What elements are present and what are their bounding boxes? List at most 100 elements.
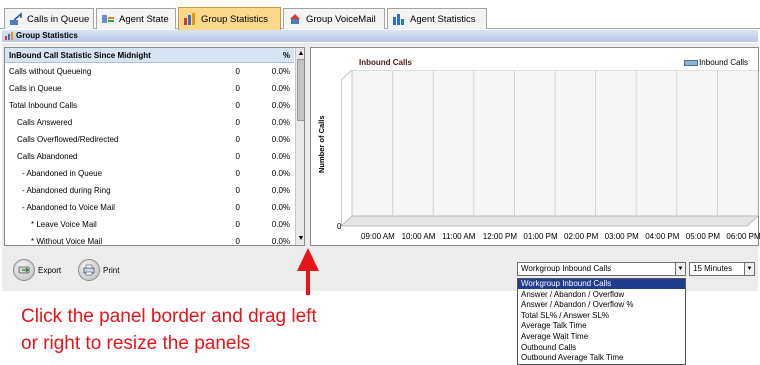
row-percent: 0.0% xyxy=(271,169,290,178)
group-voicemail-icon xyxy=(288,12,302,26)
tab-calls-in-queue[interactable]: Calls in Queue xyxy=(4,8,94,29)
scroll-up-icon[interactable]: ▲ xyxy=(297,49,304,58)
row-percent: 0.0% xyxy=(271,101,290,110)
x-tick-label: 10:00 AM xyxy=(401,232,436,241)
x-tick-label: 03:00 PM xyxy=(604,232,639,241)
tab-label: Agent State xyxy=(119,13,169,25)
chart-type-value: Workgroup Inbound Calls xyxy=(521,264,612,273)
chart-legend: Inbound Calls xyxy=(684,58,748,67)
header-percent[interactable]: % xyxy=(283,48,290,63)
row-label: * Without Voice Mail xyxy=(31,237,103,246)
row-count: 0 xyxy=(235,169,240,178)
statistics-grid: InBound Call Statistic Since Midnight % … xyxy=(4,47,305,246)
group-statistics-icon xyxy=(5,32,13,40)
plot-floor xyxy=(341,215,760,227)
row-count: 0 xyxy=(235,237,240,246)
tab-group-statistics[interactable]: Group Statistics xyxy=(178,7,281,30)
plot-depth-edge xyxy=(341,70,353,81)
row-percent: 0.0% xyxy=(271,67,290,76)
print-button[interactable]: Print xyxy=(78,259,119,281)
row-label: Calls without Queueing xyxy=(9,67,92,76)
panel-title: Group Statistics xyxy=(16,31,78,40)
row-percent: 0.0% xyxy=(271,220,290,229)
row-label: * Leave Voice Mail xyxy=(31,220,97,229)
row-count: 0 xyxy=(235,152,240,161)
table-row[interactable]: * Leave Voice Mail 0 0.0% xyxy=(5,217,294,233)
dropdown-option[interactable]: Average Wait Time xyxy=(518,332,685,342)
row-label: Calls Abandoned xyxy=(17,152,78,161)
dropdown-option[interactable]: Outbound Calls xyxy=(518,343,685,353)
vertical-scrollbar[interactable]: ▲ ▼ xyxy=(295,48,304,245)
tab-bar: Calls in Queue Agent State Group Statist… xyxy=(0,0,760,30)
agent-state-icon xyxy=(101,12,115,26)
chart-plot-area xyxy=(341,70,760,227)
export-label: Export xyxy=(38,265,62,275)
table-row[interactable]: - Abandoned in Queue 0 0.0% xyxy=(5,166,294,182)
tab-group-voicemail[interactable]: Group VoiceMail xyxy=(283,8,385,29)
x-tick-label: 09:00 AM xyxy=(361,232,395,241)
row-count: 0 xyxy=(235,186,240,195)
table-row[interactable]: Calls Answered 0 0.0% xyxy=(5,115,294,131)
table-row[interactable]: Calls Overflowed/Redirected 0 0.0% xyxy=(5,132,294,148)
row-label: - Abandoned during Ring xyxy=(22,186,111,195)
table-row[interactable]: Calls Abandoned 0 0.0% xyxy=(5,149,294,165)
print-icon xyxy=(78,259,100,281)
agent-statistics-icon xyxy=(392,12,406,26)
panel-title-bar: Group Statistics xyxy=(2,30,758,42)
legend-swatch xyxy=(684,59,699,66)
row-label: Calls in Queue xyxy=(9,84,62,93)
row-label: - Abandoned in Queue xyxy=(22,169,103,178)
row-label: Calls Answered xyxy=(17,118,73,127)
annotation-arrow-icon xyxy=(297,248,319,295)
row-label: Calls Overflowed/Redirected xyxy=(17,135,119,144)
x-tick-label: 04:00 PM xyxy=(645,232,680,241)
row-count: 0 xyxy=(235,67,240,76)
scroll-thumb[interactable] xyxy=(297,59,304,121)
annotation-line-1: Click the panel border and drag left xyxy=(21,306,317,327)
annotation-line-2: or right to resize the panels xyxy=(21,333,251,354)
tab-agent-state[interactable]: Agent State xyxy=(96,8,176,29)
row-percent: 0.0% xyxy=(271,152,290,161)
x-tick-label: 11:00 AM xyxy=(442,232,476,241)
row-count: 0 xyxy=(235,118,240,127)
tab-label: Group Statistics xyxy=(201,13,269,25)
table-row[interactable]: - Abandoned to Voice Mail 0 0.0% xyxy=(5,200,294,216)
x-tick-label: 12:00 PM xyxy=(482,232,518,241)
annotation-text: Click the panel border and drag left or … xyxy=(21,303,317,357)
table-row[interactable]: Total Inbound Calls 0 0.0% xyxy=(5,98,294,114)
chart-title: Inbound Calls xyxy=(359,58,412,67)
header-label[interactable]: InBound Call Statistic Since Midnight xyxy=(9,48,151,63)
dropdown-option[interactable]: Total SL% / Answer SL% xyxy=(518,311,685,321)
scroll-down-icon[interactable]: ▼ xyxy=(297,234,304,243)
group-statistics-icon xyxy=(183,12,197,26)
row-count: 0 xyxy=(235,101,240,110)
row-label: - Abandoned to Voice Mail xyxy=(22,203,115,212)
interval-select[interactable]: 15 Minutes ▼ xyxy=(689,262,755,276)
chart-type-select[interactable]: Workgroup Inbound Calls ▼ xyxy=(517,262,686,276)
chevron-down-icon[interactable]: ▼ xyxy=(675,263,685,275)
row-count: 0 xyxy=(235,203,240,212)
dropdown-option[interactable]: Workgroup Inbound Calls xyxy=(518,279,685,289)
dropdown-option[interactable]: Average Talk Time xyxy=(518,321,685,331)
chevron-down-icon[interactable]: ▼ xyxy=(744,263,754,275)
row-count: 0 xyxy=(235,84,240,93)
row-percent: 0.0% xyxy=(271,186,290,195)
dropdown-option[interactable]: Answer / Abandon / Overflow xyxy=(518,290,685,300)
dropdown-option[interactable]: Outbound Average Talk Time xyxy=(518,353,685,363)
row-percent: 0.0% xyxy=(271,203,290,212)
row-percent: 0.0% xyxy=(271,237,290,246)
table-row[interactable]: Calls without Queueing 0 0.0% xyxy=(5,64,294,80)
grid-header: InBound Call Statistic Since Midnight % xyxy=(5,48,294,63)
export-button[interactable]: Export xyxy=(13,259,61,281)
table-row[interactable]: - Abandoned during Ring 0 0.0% xyxy=(5,183,294,199)
table-row[interactable]: * Without Voice Mail 0 0.0% xyxy=(5,234,294,246)
interval-value: 15 Minutes xyxy=(693,264,733,273)
dropdown-option[interactable]: Answer / Abandon / Overflow % xyxy=(518,300,685,310)
row-percent: 0.0% xyxy=(271,84,290,93)
tab-agent-statistics[interactable]: Agent Statistics xyxy=(387,8,487,29)
y-axis-label: Number of Calls xyxy=(317,115,326,173)
row-percent: 0.0% xyxy=(271,135,290,144)
legend-label: Inbound Calls xyxy=(699,58,748,67)
print-label: Print xyxy=(103,265,120,275)
table-row[interactable]: Calls in Queue 0 0.0% xyxy=(5,81,294,97)
